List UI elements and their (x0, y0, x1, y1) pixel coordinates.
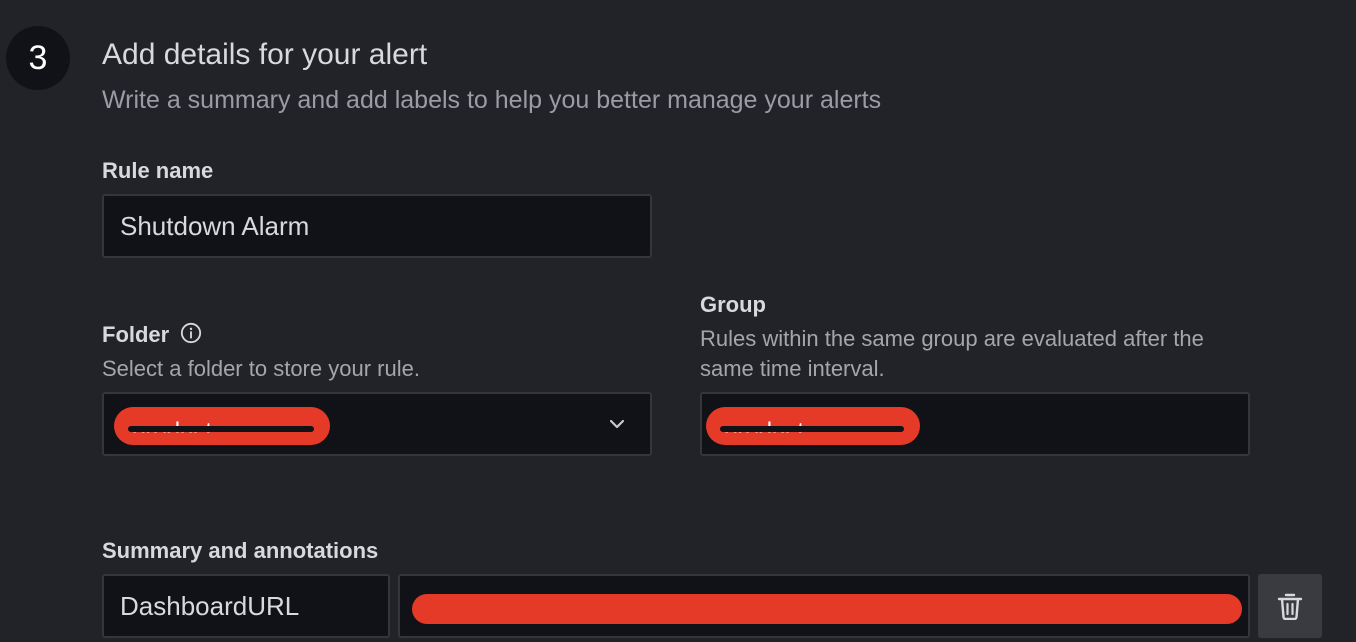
folder-description: Select a folder to store your rule. (102, 356, 420, 381)
section-title: Add details for your alert (102, 38, 428, 71)
chevron-down-icon[interactable] (608, 418, 626, 430)
rule-name-value: Shutdown Alarm (120, 210, 310, 241)
annotation-key-value: DashboardURL (120, 590, 300, 621)
rule-name-label: Rule name (102, 158, 214, 183)
folder-select[interactable]: product (102, 392, 652, 456)
annotation-value-redaction (412, 594, 1242, 624)
info-circle-icon[interactable] (180, 322, 202, 344)
summary-label: Summary and annotations (102, 538, 379, 563)
group-description: Rules within the same group are evaluate… (700, 326, 1204, 381)
group-label: Group (700, 292, 766, 317)
annotation-key-input[interactable]: DashboardURL (102, 574, 390, 638)
trash-icon (1277, 593, 1303, 620)
group-value-redaction: product (706, 407, 920, 445)
folder-value-redaction: product (114, 407, 330, 445)
delete-annotation-button[interactable] (1258, 574, 1322, 638)
section-subtitle: Write a summary and add labels to help y… (102, 86, 882, 114)
annotation-value-input[interactable] (398, 574, 1250, 638)
folder-label: Folder (102, 322, 170, 347)
group-input[interactable]: product (700, 392, 1250, 456)
step-number-badge: 3 (6, 26, 70, 90)
rule-name-input[interactable]: Shutdown Alarm (102, 194, 652, 258)
